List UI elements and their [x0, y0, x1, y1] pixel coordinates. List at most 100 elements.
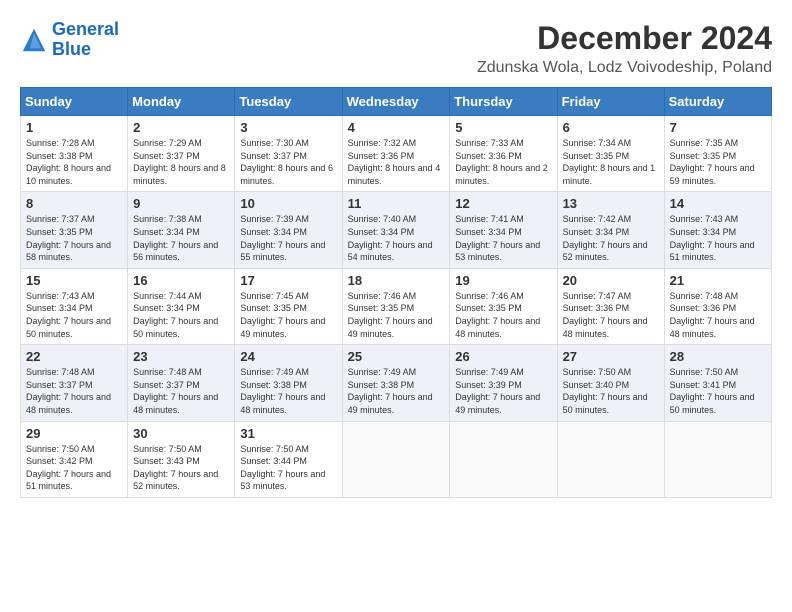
- day-info: Sunrise: 7:43 AMSunset: 3:34 PMDaylight:…: [26, 290, 122, 340]
- day-number: 29: [26, 426, 122, 441]
- calendar-cell: 26 Sunrise: 7:49 AMSunset: 3:39 PMDayligh…: [450, 345, 557, 421]
- weekday-header: Sunday: [21, 88, 128, 116]
- day-number: 31: [240, 426, 336, 441]
- day-number: 8: [26, 196, 122, 211]
- calendar-cell: 1 Sunrise: 7:28 AMSunset: 3:38 PMDaylight…: [21, 116, 128, 192]
- logo-text: General Blue: [52, 20, 119, 60]
- day-number: 28: [670, 349, 766, 364]
- day-info: Sunrise: 7:37 AMSunset: 3:35 PMDaylight:…: [26, 213, 122, 263]
- day-number: 5: [455, 120, 551, 135]
- calendar-cell: 18Sunrise: 7:46 AMSunset: 3:35 PMDayligh…: [342, 268, 450, 344]
- main-title: December 2024: [477, 20, 772, 57]
- calendar-cell: 3Sunrise: 7:30 AMSunset: 3:37 PMDaylight…: [235, 116, 342, 192]
- day-number: 11: [348, 196, 445, 211]
- day-info: Sunrise: 7:32 AMSunset: 3:36 PMDaylight:…: [348, 137, 445, 187]
- calendar-cell: 20 Sunrise: 7:47 AMSunset: 3:36 PMDayligh…: [557, 268, 664, 344]
- day-number: 9: [133, 196, 229, 211]
- day-number: 14: [670, 196, 766, 211]
- calendar-cell: 12 Sunrise: 7:41 AMSunset: 3:34 PMDayligh…: [450, 192, 557, 268]
- day-number: 25: [348, 349, 445, 364]
- day-number: 13: [563, 196, 659, 211]
- calendar-cell: 13 Sunrise: 7:42 AMSunset: 3:34 PMDayligh…: [557, 192, 664, 268]
- day-number: 21: [670, 273, 766, 288]
- calendar-cell: [450, 421, 557, 497]
- day-info: Sunrise: 7:42 AMSunset: 3:34 PMDaylight:…: [563, 213, 659, 263]
- calendar-header-row: SundayMondayTuesdayWednesdayThursdayFrid…: [21, 88, 772, 116]
- day-info: Sunrise: 7:50 AMSunset: 3:43 PMDaylight:…: [133, 443, 229, 493]
- calendar-cell: [557, 421, 664, 497]
- day-info: Sunrise: 7:44 AMSunset: 3:34 PMDaylight:…: [133, 290, 229, 340]
- calendar-cell: 16 Sunrise: 7:44 AMSunset: 3:34 PMDayligh…: [128, 268, 235, 344]
- subtitle: Zdunska Wola, Lodz Voivodeship, Poland: [477, 59, 772, 77]
- calendar-cell: 22Sunrise: 7:48 AMSunset: 3:37 PMDayligh…: [21, 345, 128, 421]
- day-info: Sunrise: 7:49 AMSunset: 3:39 PMDaylight:…: [455, 366, 551, 416]
- day-number: 7: [670, 120, 766, 135]
- day-number: 23: [133, 349, 229, 364]
- day-info: Sunrise: 7:46 AMSunset: 3:35 PMDaylight:…: [348, 290, 445, 340]
- day-number: 19: [455, 273, 551, 288]
- day-info: Sunrise: 7:33 AMSunset: 3:36 PMDaylight:…: [455, 137, 551, 187]
- day-number: 2: [133, 120, 229, 135]
- day-info: Sunrise: 7:46 AMSunset: 3:35 PMDaylight:…: [455, 290, 551, 340]
- calendar-week-row: 15Sunrise: 7:43 AMSunset: 3:34 PMDayligh…: [21, 268, 772, 344]
- day-info: Sunrise: 7:45 AMSunset: 3:35 PMDaylight:…: [240, 290, 336, 340]
- day-number: 12: [455, 196, 551, 211]
- calendar-cell: [664, 421, 771, 497]
- calendar-cell: [342, 421, 450, 497]
- calendar-cell: 19 Sunrise: 7:46 AMSunset: 3:35 PMDayligh…: [450, 268, 557, 344]
- calendar-week-row: 1 Sunrise: 7:28 AMSunset: 3:38 PMDaylight…: [21, 116, 772, 192]
- weekday-header: Thursday: [450, 88, 557, 116]
- logo: General Blue: [20, 20, 119, 60]
- calendar-cell: 4 Sunrise: 7:32 AMSunset: 3:36 PMDaylight…: [342, 116, 450, 192]
- day-info: Sunrise: 7:38 AMSunset: 3:34 PMDaylight:…: [133, 213, 229, 263]
- title-block: December 2024 Zdunska Wola, Lodz Voivode…: [477, 20, 772, 77]
- calendar-cell: 28 Sunrise: 7:50 AMSunset: 3:41 PMDayligh…: [664, 345, 771, 421]
- day-info: Sunrise: 7:50 AMSunset: 3:44 PMDaylight:…: [240, 443, 336, 493]
- day-number: 16: [133, 273, 229, 288]
- calendar-cell: 2 Sunrise: 7:29 AMSunset: 3:37 PMDaylight…: [128, 116, 235, 192]
- calendar-cell: 29 Sunrise: 7:50 AMSunset: 3:42 PMDayligh…: [21, 421, 128, 497]
- calendar-cell: 30 Sunrise: 7:50 AMSunset: 3:43 PMDayligh…: [128, 421, 235, 497]
- day-info: Sunrise: 7:35 AMSunset: 3:35 PMDaylight:…: [670, 137, 766, 187]
- day-number: 26: [455, 349, 551, 364]
- calendar-week-row: 8 Sunrise: 7:37 AMSunset: 3:35 PMDaylight…: [21, 192, 772, 268]
- day-info: Sunrise: 7:48 AMSunset: 3:36 PMDaylight:…: [670, 290, 766, 340]
- weekday-header: Wednesday: [342, 88, 450, 116]
- day-number: 20: [563, 273, 659, 288]
- day-number: 4: [348, 120, 445, 135]
- calendar-cell: 27 Sunrise: 7:50 AMSunset: 3:40 PMDayligh…: [557, 345, 664, 421]
- calendar-week-row: 22Sunrise: 7:48 AMSunset: 3:37 PMDayligh…: [21, 345, 772, 421]
- day-info: Sunrise: 7:50 AMSunset: 3:42 PMDaylight:…: [26, 443, 122, 493]
- calendar-cell: 14 Sunrise: 7:43 AMSunset: 3:34 PMDayligh…: [664, 192, 771, 268]
- day-info: Sunrise: 7:34 AMSunset: 3:35 PMDaylight:…: [563, 137, 659, 187]
- day-info: Sunrise: 7:29 AMSunset: 3:37 PMDaylight:…: [133, 137, 229, 187]
- calendar-cell: 9 Sunrise: 7:38 AMSunset: 3:34 PMDaylight…: [128, 192, 235, 268]
- day-number: 3: [240, 120, 336, 135]
- calendar-cell: 23 Sunrise: 7:48 AMSunset: 3:37 PMDayligh…: [128, 345, 235, 421]
- day-info: Sunrise: 7:48 AMSunset: 3:37 PMDaylight:…: [26, 366, 122, 416]
- calendar-cell: 17Sunrise: 7:45 AMSunset: 3:35 PMDayligh…: [235, 268, 342, 344]
- calendar-cell: 5 Sunrise: 7:33 AMSunset: 3:36 PMDaylight…: [450, 116, 557, 192]
- day-number: 1: [26, 120, 122, 135]
- weekday-header: Saturday: [664, 88, 771, 116]
- day-info: Sunrise: 7:28 AMSunset: 3:38 PMDaylight:…: [26, 137, 122, 187]
- day-number: 30: [133, 426, 229, 441]
- day-number: 6: [563, 120, 659, 135]
- weekday-header: Monday: [128, 88, 235, 116]
- day-info: Sunrise: 7:48 AMSunset: 3:37 PMDaylight:…: [133, 366, 229, 416]
- day-info: Sunrise: 7:47 AMSunset: 3:36 PMDaylight:…: [563, 290, 659, 340]
- calendar-table: SundayMondayTuesdayWednesdayThursdayFrid…: [20, 87, 772, 498]
- calendar-cell: 8 Sunrise: 7:37 AMSunset: 3:35 PMDaylight…: [21, 192, 128, 268]
- day-info: Sunrise: 7:49 AMSunset: 3:38 PMDaylight:…: [240, 366, 336, 416]
- calendar-cell: 10Sunrise: 7:39 AMSunset: 3:34 PMDayligh…: [235, 192, 342, 268]
- day-info: Sunrise: 7:43 AMSunset: 3:34 PMDaylight:…: [670, 213, 766, 263]
- logo-icon: [20, 26, 48, 54]
- calendar-cell: 15Sunrise: 7:43 AMSunset: 3:34 PMDayligh…: [21, 268, 128, 344]
- day-info: Sunrise: 7:50 AMSunset: 3:40 PMDaylight:…: [563, 366, 659, 416]
- calendar-cell: 21 Sunrise: 7:48 AMSunset: 3:36 PMDayligh…: [664, 268, 771, 344]
- calendar-cell: 31 Sunrise: 7:50 AMSunset: 3:44 PMDayligh…: [235, 421, 342, 497]
- day-info: Sunrise: 7:41 AMSunset: 3:34 PMDaylight:…: [455, 213, 551, 263]
- day-number: 27: [563, 349, 659, 364]
- day-info: Sunrise: 7:50 AMSunset: 3:41 PMDaylight:…: [670, 366, 766, 416]
- calendar-cell: 24Sunrise: 7:49 AMSunset: 3:38 PMDayligh…: [235, 345, 342, 421]
